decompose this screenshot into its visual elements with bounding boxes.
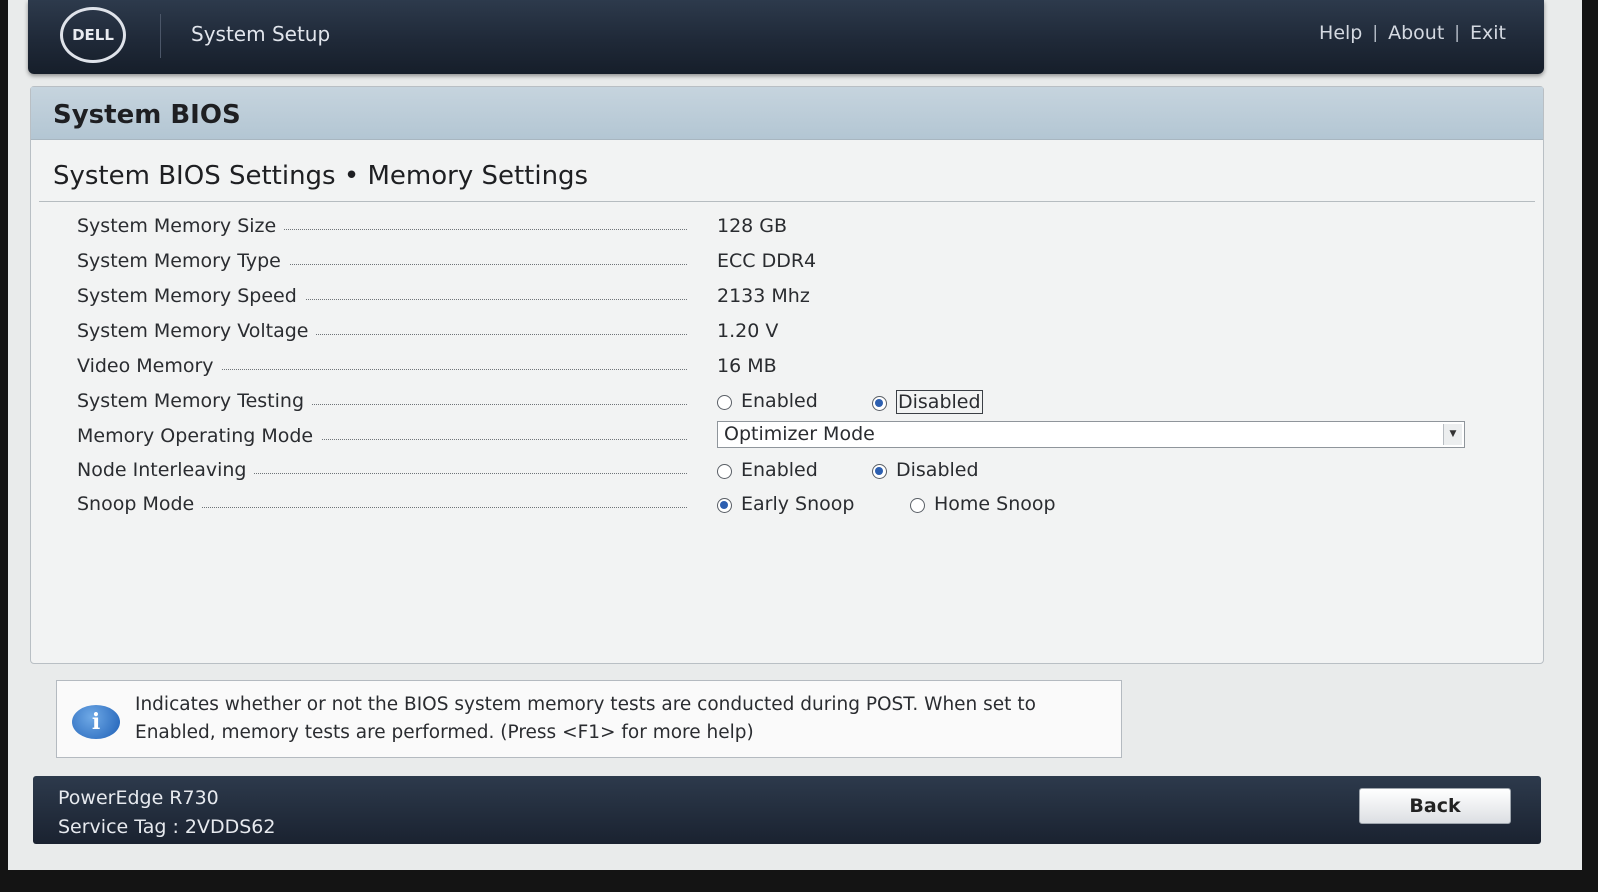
help-text-line: Enabled, memory tests are performed. (Pr… xyxy=(135,722,754,743)
info-icon: i xyxy=(72,705,120,739)
logo-text: DELL xyxy=(72,26,114,44)
row-system-memory-testing: System Memory Testing Enabled Disabled xyxy=(77,390,1507,420)
page-title: System BIOS xyxy=(53,100,241,130)
radio-label: Home Snoop xyxy=(934,493,1056,515)
help-text: Indicates whether or not the BIOS system… xyxy=(135,691,1095,747)
setting-label: Video Memory xyxy=(77,355,222,377)
radio-unchecked-icon xyxy=(717,395,732,410)
setting-label: Snoop Mode xyxy=(77,493,203,515)
service-tag: Service Tag : 2VDDS62 xyxy=(58,816,276,838)
row-video-memory: Video Memory 16 MB xyxy=(77,355,1507,385)
setting-label: Node Interleaving xyxy=(77,459,255,481)
setting-label: Memory Operating Mode xyxy=(77,425,322,447)
about-link[interactable]: About xyxy=(1388,22,1444,44)
setting-label: System Memory Voltage xyxy=(77,320,317,342)
setting-label: System Memory Size xyxy=(77,215,285,237)
radio-checked-icon xyxy=(872,396,887,411)
setting-value: 1.20 V xyxy=(717,320,779,342)
help-link[interactable]: Help xyxy=(1319,22,1362,44)
row-memory-operating-mode: Memory Operating Mode Optimizer Mode ▼ xyxy=(77,421,1507,455)
help-box: i Indicates whether or not the BIOS syst… xyxy=(56,680,1122,758)
link-separator: | xyxy=(1372,23,1379,43)
header-links: Help | About | Exit xyxy=(1319,22,1506,44)
setting-value: ECC DDR4 xyxy=(717,250,817,272)
row-system-memory-voltage: System Memory Voltage 1.20 V xyxy=(77,320,1507,350)
header-rule xyxy=(39,201,1535,202)
back-button[interactable]: Back xyxy=(1359,788,1511,824)
link-separator: | xyxy=(1454,23,1461,43)
exit-link[interactable]: Exit xyxy=(1470,22,1506,44)
breadcrumb: System BIOS Settings • Memory Settings xyxy=(53,161,589,191)
radio-checked-icon xyxy=(872,464,887,479)
radio-label: Enabled xyxy=(741,390,818,412)
row-system-memory-speed: System Memory Speed 2133 Mhz xyxy=(77,285,1507,315)
radio-label: Disabled xyxy=(896,459,979,481)
panel-header xyxy=(31,87,1543,140)
row-system-memory-type: System Memory Type ECC DDR4 xyxy=(77,250,1507,280)
operating-mode-select[interactable]: Optimizer Mode ▼ xyxy=(717,421,1465,448)
setting-value: 2133 Mhz xyxy=(717,285,810,307)
early-snoop-radio[interactable]: Early Snoop xyxy=(717,493,854,515)
radio-unchecked-icon xyxy=(910,498,925,513)
row-node-interleaving: Node Interleaving Enabled Disabled xyxy=(77,459,1507,489)
help-text-line: Indicates whether or not the BIOS system… xyxy=(135,694,1036,715)
radio-label: Early Snoop xyxy=(741,493,855,515)
footer-bar: PowerEdge R730 Service Tag : 2VDDS62 Bac… xyxy=(33,776,1541,844)
top-header-bar: DELL System Setup Help | About | Exit xyxy=(28,0,1544,74)
select-value: Optimizer Mode xyxy=(724,423,875,445)
setting-label: System Memory Speed xyxy=(77,285,305,307)
bios-screen: DELL System Setup Help | About | Exit Sy… xyxy=(8,0,1582,870)
setting-value: 16 MB xyxy=(717,355,777,377)
home-snoop-radio[interactable]: Home Snoop xyxy=(910,493,1056,515)
radio-unchecked-icon xyxy=(717,464,732,479)
memory-testing-disabled-radio[interactable]: Disabled xyxy=(872,390,983,414)
settings-panel: System BIOS System BIOS Settings • Memor… xyxy=(30,86,1544,664)
node-interleaving-disabled-radio[interactable]: Disabled xyxy=(872,459,979,481)
setting-value: 128 GB xyxy=(717,215,788,237)
memory-testing-enabled-radio[interactable]: Enabled xyxy=(717,390,818,412)
system-model: PowerEdge R730 xyxy=(58,787,219,809)
app-title: System Setup xyxy=(191,22,331,46)
radio-checked-icon xyxy=(717,498,732,513)
setting-label: System Memory Testing xyxy=(77,390,312,412)
radio-label: Enabled xyxy=(741,459,818,481)
row-system-memory-size: System Memory Size 128 GB xyxy=(77,215,1507,245)
dell-logo: DELL xyxy=(60,7,126,63)
node-interleaving-enabled-radio[interactable]: Enabled xyxy=(717,459,818,481)
radio-label-focused: Disabled xyxy=(896,390,983,414)
header-divider xyxy=(160,14,161,58)
dropdown-arrow-icon[interactable]: ▼ xyxy=(1443,424,1462,445)
row-snoop-mode: Snoop Mode Early Snoop Home Snoop xyxy=(77,493,1507,523)
setting-label: System Memory Type xyxy=(77,250,289,272)
